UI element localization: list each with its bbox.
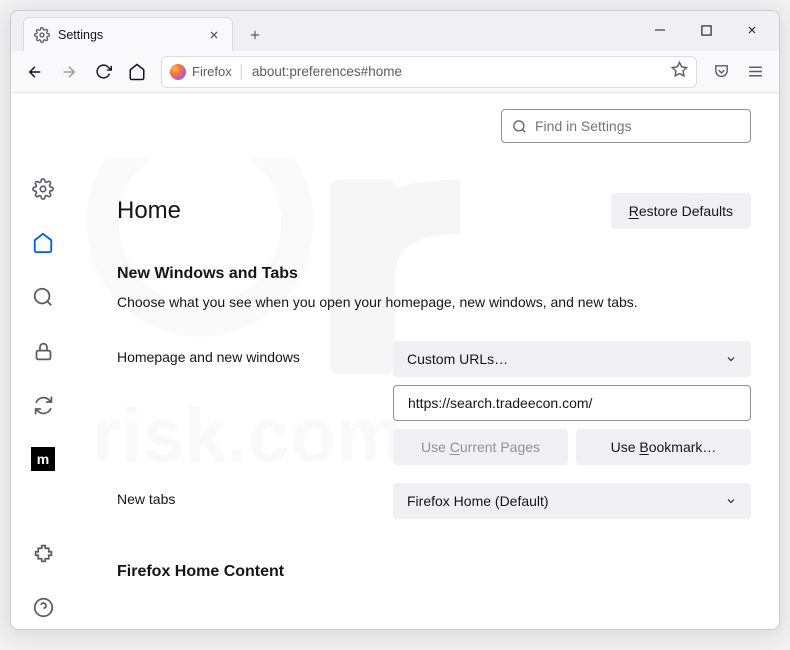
sidebar-help[interactable] — [27, 591, 59, 623]
back-button[interactable] — [19, 56, 51, 88]
firefox-logo-icon — [170, 64, 186, 80]
chevron-down-icon — [725, 495, 737, 507]
homepage-dropdown[interactable]: Custom URLs… — [393, 341, 751, 377]
tab-settings[interactable]: Settings — [23, 17, 233, 51]
forward-button[interactable] — [53, 56, 85, 88]
toolbar: Firefox │ about:preferences#home — [11, 51, 779, 93]
reload-button[interactable] — [87, 56, 119, 88]
search-icon — [512, 119, 527, 134]
use-bookmark-button[interactable]: Use Bookmark… — [576, 429, 751, 465]
restore-defaults-button[interactable]: Restore Defaults — [611, 193, 751, 229]
find-input[interactable] — [535, 118, 740, 134]
sidebar-extensions[interactable] — [27, 537, 59, 569]
chevron-down-icon — [725, 353, 737, 365]
minimize-button[interactable] — [637, 11, 683, 49]
bookmark-star-icon[interactable] — [671, 61, 688, 83]
maximize-button[interactable] — [683, 11, 729, 49]
sidebar-general[interactable] — [27, 173, 59, 205]
homepage-label: Homepage and new windows — [117, 341, 377, 365]
newtabs-label: New tabs — [117, 483, 377, 507]
homepage-url-input[interactable]: https://search.tradeecon.com/ — [393, 385, 751, 421]
close-window-button[interactable] — [729, 11, 775, 49]
main-content: Home Restore Defaults New Windows and Ta… — [75, 93, 779, 629]
homepage-url-value: https://search.tradeecon.com/ — [408, 395, 592, 411]
sidebar: m — [11, 93, 75, 629]
close-tab-button[interactable] — [206, 27, 222, 43]
page-title: Home — [117, 197, 181, 225]
newtabs-dropdown-value: Firefox Home (Default) — [407, 493, 549, 509]
tab-label: Settings — [58, 28, 198, 42]
sidebar-privacy[interactable] — [27, 335, 59, 367]
section-new-windows-title: New Windows and Tabs — [117, 265, 751, 283]
sidebar-home[interactable] — [27, 227, 59, 259]
section-new-windows-desc: Choose what you see when you open your h… — [117, 293, 751, 313]
identity-label: Firefox — [192, 64, 232, 79]
find-in-settings[interactable] — [501, 109, 751, 143]
sidebar-sync[interactable] — [27, 389, 59, 421]
home-button[interactable] — [121, 56, 153, 88]
section-home-content-title: Firefox Home Content — [117, 563, 751, 581]
newtabs-dropdown[interactable]: Firefox Home (Default) — [393, 483, 751, 519]
use-current-pages-button[interactable]: Use Current Pages — [393, 429, 568, 465]
new-tab-button[interactable] — [239, 19, 271, 51]
tab-bar: Settings — [11, 11, 779, 51]
homepage-dropdown-value: Custom URLs… — [407, 351, 508, 367]
gear-icon — [34, 27, 50, 43]
sidebar-search[interactable] — [27, 281, 59, 313]
url-text: about:preferences#home — [252, 64, 665, 79]
url-bar[interactable]: Firefox │ about:preferences#home — [161, 56, 697, 88]
pocket-button[interactable] — [705, 56, 737, 88]
menu-button[interactable] — [739, 56, 771, 88]
sidebar-more[interactable]: m — [27, 443, 59, 475]
m-icon: m — [31, 447, 55, 471]
